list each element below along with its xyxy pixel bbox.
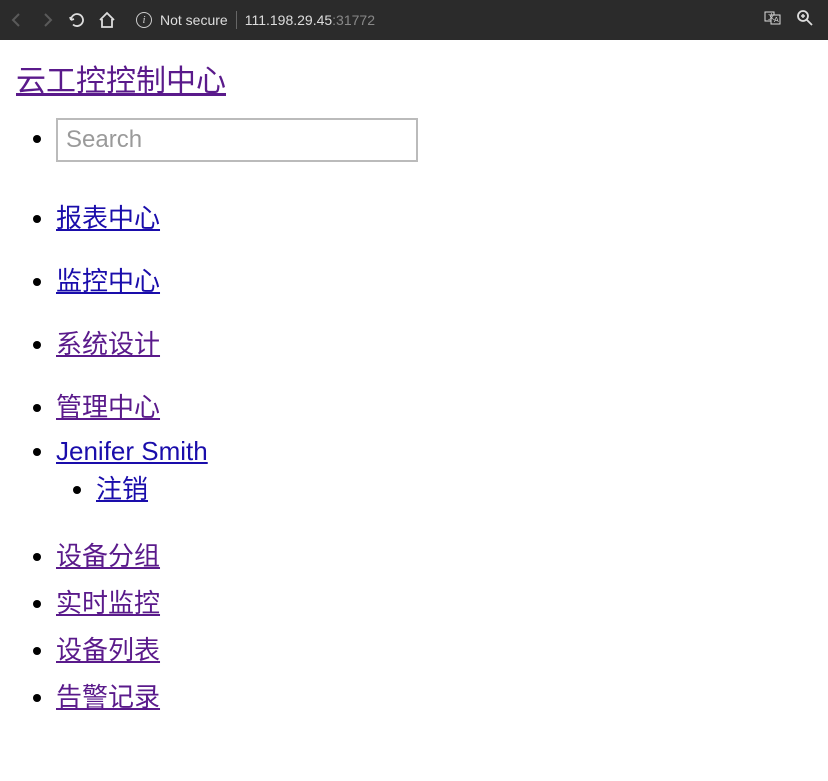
security-status: Not secure (160, 12, 228, 28)
nav-secondary: 设备分组 实时监控 设备列表 告警记录 (16, 536, 812, 714)
toolbar-right: 文A (764, 9, 814, 32)
reload-icon (68, 11, 86, 29)
list-item: 报表中心 (56, 198, 812, 235)
nav-report-center[interactable]: 报表中心 (56, 203, 160, 233)
reload-button[interactable] (68, 11, 86, 29)
zoom-icon (796, 9, 814, 27)
nav-system-design[interactable]: 系统设计 (56, 329, 160, 359)
svg-text:A: A (774, 17, 779, 24)
arrow-right-icon (39, 12, 55, 28)
search-item (56, 118, 812, 162)
nav-admin-user: 管理中心 Jenifer Smith 注销 (16, 387, 812, 506)
nav-device-list[interactable]: 设备列表 (56, 635, 160, 665)
nav-alarm-log[interactable]: 告警记录 (56, 682, 160, 712)
url-host: 111.198.29.45:31772 (245, 12, 375, 28)
translate-button[interactable]: 文A (764, 9, 782, 32)
list-item: 告警记录 (56, 677, 812, 714)
nav-list (16, 118, 812, 162)
nav-primary: 报表中心 监控中心 系统设计 (16, 198, 812, 361)
arrow-left-icon (9, 12, 25, 28)
list-item: 系统设计 (56, 324, 812, 361)
translate-icon: 文A (764, 9, 782, 27)
back-button[interactable] (8, 11, 26, 29)
forward-button[interactable] (38, 11, 56, 29)
logout-link[interactable]: 注销 (96, 474, 148, 504)
separator (236, 11, 237, 29)
zoom-button[interactable] (796, 9, 814, 32)
list-item: 设备列表 (56, 630, 812, 667)
list-item: 实时监控 (56, 583, 812, 620)
search-input[interactable] (56, 118, 418, 162)
user-submenu: 注销 (56, 469, 812, 506)
nav-admin-center[interactable]: 管理中心 (56, 392, 160, 422)
list-item: Jenifer Smith 注销 (56, 436, 812, 506)
list-item: 管理中心 (56, 387, 812, 424)
page-body: 云工控控制中心 报表中心 监控中心 系统设计 管理中心 Jenifer Smit… (0, 40, 828, 740)
browser-toolbar: i Not secure 111.198.29.45:31772 文A (0, 0, 828, 40)
nav-monitor-center[interactable]: 监控中心 (56, 266, 160, 296)
brand-link[interactable]: 云工控控制中心 (16, 65, 226, 98)
info-icon[interactable]: i (136, 12, 152, 28)
home-icon (98, 11, 116, 29)
home-button[interactable] (98, 11, 116, 29)
address-bar[interactable]: i Not secure 111.198.29.45:31772 (136, 11, 752, 29)
list-item: 设备分组 (56, 536, 812, 573)
nav-device-group[interactable]: 设备分组 (56, 541, 160, 571)
nav-realtime-monitor[interactable]: 实时监控 (56, 588, 160, 618)
list-item: 监控中心 (56, 261, 812, 298)
list-item: 注销 (96, 469, 812, 506)
user-link[interactable]: Jenifer Smith (56, 436, 208, 466)
